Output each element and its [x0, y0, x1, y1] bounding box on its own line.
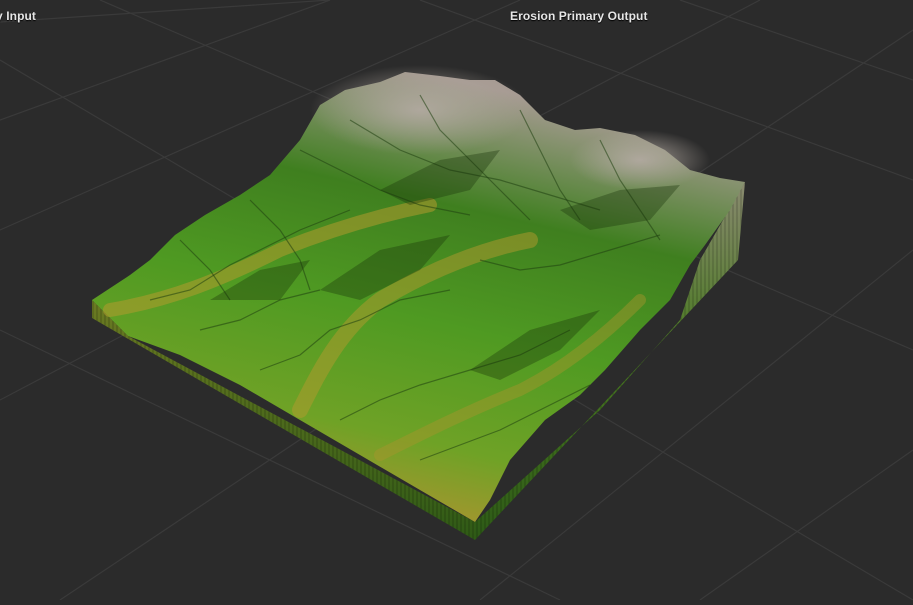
peak-haze	[310, 65, 530, 155]
viewport-label-output: Erosion Primary Output	[510, 9, 648, 23]
viewport-label-input: y Input	[0, 9, 37, 23]
terrain-mesh[interactable]	[92, 65, 745, 540]
terrain-scene[interactable]	[0, 0, 913, 601]
viewport-3d[interactable]: y Input Erosion Primary Output	[0, 0, 913, 601]
peak-haze-right	[570, 130, 710, 190]
